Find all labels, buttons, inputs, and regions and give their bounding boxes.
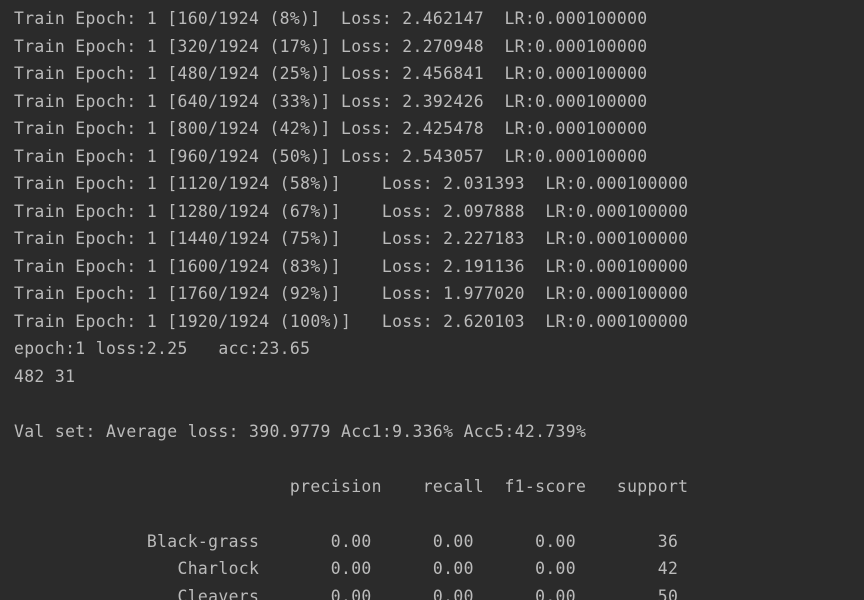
log-line: Train Epoch: 1 [1280/1924 (67%)] Loss: 2…: [14, 201, 689, 221]
epoch-summary-line: epoch:1 loss:2.25 acc:23.65: [14, 339, 311, 358]
log-line: 482 31: [14, 366, 76, 386]
report-header-line: precision recall f1-score support: [14, 476, 689, 496]
validation-summary-line: Val set: Average loss: 390.9779 Acc1:9.3…: [14, 421, 587, 441]
log-line: Train Epoch: 1 [640/1924 (33%)] Loss: 2.…: [14, 91, 648, 111]
log-line: Train Epoch: 1 [1920/1924 (100%)] Loss: …: [14, 311, 689, 331]
log-line: Train Epoch: 1 [800/1924 (42%)] Loss: 2.…: [14, 119, 648, 138]
log-line: Train Epoch: 1 [320/1924 (17%)] Loss: 2.…: [14, 36, 648, 56]
console-output: Train Epoch: 1 [160/1924 (8%)] Loss: 2.4…: [14, 5, 864, 600]
report-row: Black-grass 0.00 0.00 0.00 36: [14, 531, 679, 551]
log-line: Train Epoch: 1 [1440/1924 (75%)] Loss: 2…: [14, 229, 689, 248]
log-line: Train Epoch: 1 [1120/1924 (58%)] Loss: 2…: [14, 174, 689, 193]
report-row: Charlock 0.00 0.00 0.00 42: [14, 559, 679, 578]
log-line: Train Epoch: 1 [1600/1924 (83%)] Loss: 2…: [14, 256, 689, 276]
log-line: Train Epoch: 1 [160/1924 (8%)] Loss: 2.4…: [14, 9, 648, 28]
log-line: Train Epoch: 1 [1760/1924 (92%)] Loss: 1…: [14, 284, 689, 303]
log-line: Train Epoch: 1 [480/1924 (25%)] Loss: 2.…: [14, 64, 648, 83]
log-line: Train Epoch: 1 [960/1924 (50%)] Loss: 2.…: [14, 146, 648, 166]
report-row: Cleavers 0.00 0.00 0.00 50: [14, 586, 679, 600]
